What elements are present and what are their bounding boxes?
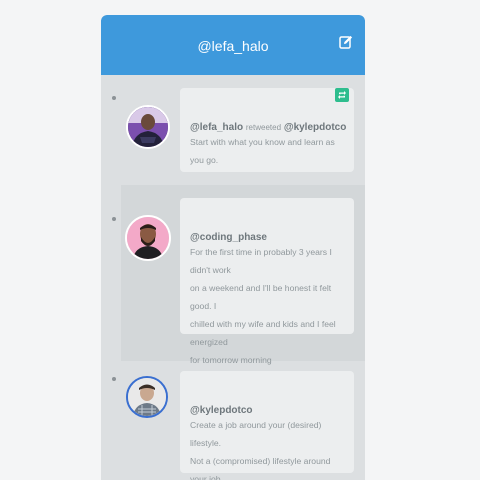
tweet-header: @coding_phase [190, 232, 344, 243]
tweet-header: @kylepdotco [190, 405, 344, 416]
tweet-text: Start with what you know and learn as yo… [190, 133, 344, 169]
tweet-handle[interactable]: @kylepdotco [190, 405, 253, 416]
tweet-text-line: Start with what you know and learn as yo… [190, 137, 335, 165]
avatar[interactable] [125, 215, 171, 261]
app-header: @lefa_halo [101, 15, 365, 75]
tweet-text-line: on a weekend and I'll be honest it felt … [190, 283, 332, 311]
tweet-header: @lefa_halo retweeted @kylepdotco [190, 122, 347, 133]
tweet-item: @lefa_halo retweeted @kylepdotco Start w… [101, 75, 365, 185]
tweet-feed: @lefa_halo retweeted @kylepdotco Start w… [101, 75, 365, 480]
edit-icon[interactable] [339, 35, 353, 49]
tweet-text: Create a job around your (desired) lifes… [190, 416, 344, 480]
tweet-text-line: Not a (compromised) lifestyle around you… [190, 456, 331, 480]
avatar[interactable] [126, 105, 170, 149]
retweeted-handle[interactable]: @kylepdotco [284, 122, 347, 133]
timeline-dot [112, 377, 116, 381]
tweet-card[interactable]: @kylepdotco Create a job around your (de… [180, 371, 354, 480]
tweet-handle[interactable]: @coding_phase [190, 232, 267, 243]
tweet-item-content: @coding_phase For the first time in prob… [101, 185, 365, 365]
app-window: @lefa_halo @lefa_halo retweeted @kylepdo… [101, 15, 365, 480]
tweet-text-line: For the first time in probably 3 years I… [190, 247, 332, 275]
tweet-text: For the first time in probably 3 years I… [190, 243, 344, 369]
tweet-card[interactable]: @coding_phase For the first time in prob… [180, 198, 354, 365]
tweet-text-line: chilled with my wife and kids and I feel… [190, 319, 336, 347]
retweet-icon[interactable] [335, 88, 349, 102]
tweet-item: @kylepdotco Create a job around your (de… [101, 361, 365, 480]
tweet-verb: retweeted [245, 123, 282, 132]
tweet-handle[interactable]: @lefa_halo [190, 122, 243, 133]
timeline-dot [112, 217, 116, 221]
avatar[interactable] [126, 376, 168, 418]
tweet-text-line: Create a job around your (desired) lifes… [190, 420, 322, 448]
tweet-card[interactable]: @lefa_halo retweeted @kylepdotco Start w… [180, 88, 354, 172]
profile-title: @lefa_halo [197, 38, 269, 54]
timeline-dot [112, 96, 116, 100]
